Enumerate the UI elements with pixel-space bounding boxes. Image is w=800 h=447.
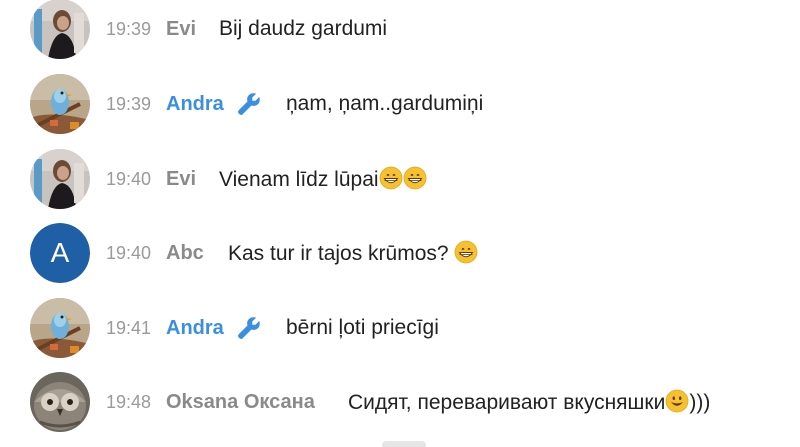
- message-time: 19:40: [106, 242, 152, 263]
- wrench-icon: [238, 317, 260, 339]
- message-author[interactable]: Andra: [166, 317, 224, 340]
- message-time: 19:39: [106, 18, 152, 39]
- message-time: 19:40: [106, 168, 152, 189]
- grinning-face-emoji: [403, 166, 426, 190]
- avatar[interactable]: [30, 0, 90, 59]
- avatar[interactable]: [30, 74, 90, 134]
- chat-message: 19:39 Andra ņam, ņam..gardumiņi: [0, 74, 800, 134]
- avatar[interactable]: A: [30, 223, 90, 283]
- avatar[interactable]: [30, 149, 90, 209]
- chat-message: 19:39 Evi Bij daudz gardumi: [0, 0, 800, 59]
- avatar[interactable]: [30, 372, 90, 432]
- chat-message-list: 19:39 Evi Bij daudz gardumi 19:39 Andra: [0, 0, 800, 447]
- message-time: 19:41: [106, 317, 152, 338]
- message-text: ņam, ņam..gardumiņi: [286, 92, 484, 115]
- message-text-body: Сидят, переваривают вкусняшки: [348, 391, 666, 414]
- message-text: Bij daudz gardumi: [219, 17, 388, 40]
- message-text: bērni ļoti priecīgi: [286, 316, 439, 339]
- message-time: 19:48: [106, 391, 152, 412]
- message-time: 19:39: [106, 93, 152, 114]
- message-text: Kas tur ir tajos krūmos?: [228, 240, 478, 266]
- message-text-suffix: ))): [689, 391, 711, 414]
- message-author[interactable]: Abc: [166, 242, 204, 265]
- chat-message: A 19:40 Abc Kas tur ir tajos krūmos?: [0, 223, 800, 283]
- message-text-body: Vienam līdz lūpai: [219, 168, 379, 191]
- message-author[interactable]: Oksana Оксана: [166, 391, 315, 414]
- scroll-indicator[interactable]: [382, 441, 426, 447]
- message-author[interactable]: Andra: [166, 93, 224, 116]
- avatar-letter: A: [30, 223, 90, 283]
- message-text: Vienam līdz lūpai: [219, 166, 427, 192]
- grinning-face-emoji: [379, 166, 402, 190]
- message-text-body: Kas tur ir tajos krūmos?: [228, 242, 449, 265]
- message-author[interactable]: Evi: [166, 168, 196, 191]
- grinning-face-emoji: [455, 240, 478, 264]
- chat-message: 19:48 Oksana Оксана Сидят, переваривают …: [0, 372, 800, 432]
- chat-message: 19:41 Andra bērni ļoti priecīgi: [0, 298, 800, 358]
- avatar[interactable]: [30, 298, 90, 358]
- chat-message: 19:40 Evi Vienam līdz lūpai: [0, 149, 800, 209]
- message-text: Сидят, переваривают вкусняшки))): [348, 389, 710, 415]
- message-author[interactable]: Evi: [166, 18, 196, 41]
- smiling-face-emoji: [665, 389, 689, 413]
- wrench-icon: [238, 93, 260, 115]
